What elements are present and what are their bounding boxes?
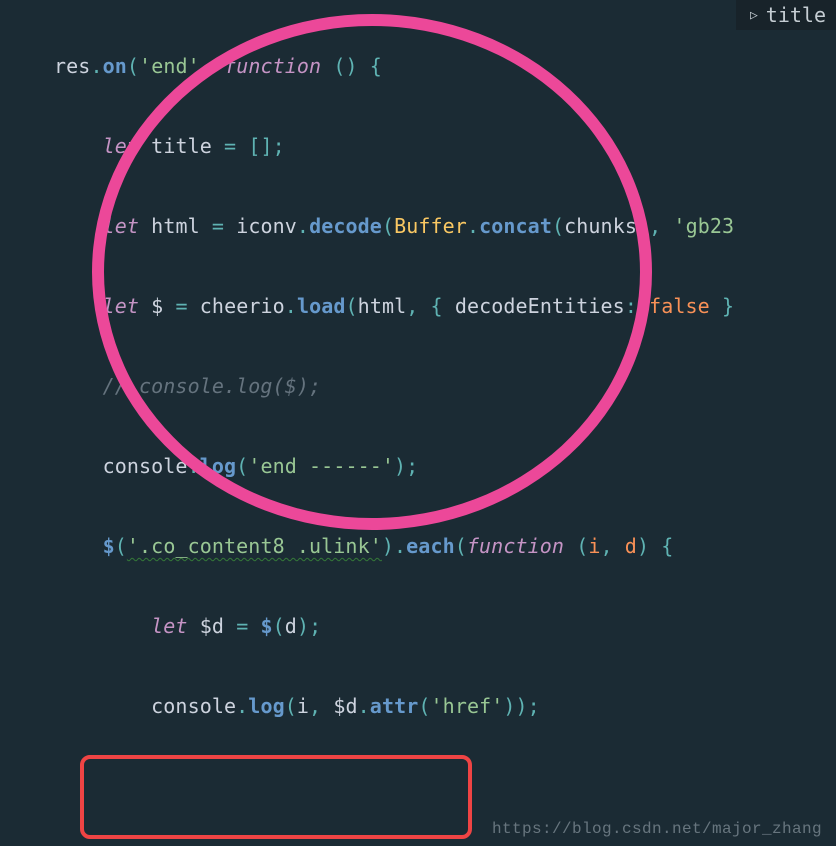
code-line[interactable]: $('.co_content8 .ulink').each(function (… (54, 526, 836, 566)
code-line[interactable]: res.on('end', function () { (54, 46, 836, 86)
code-line[interactable]: let $ = cheerio.load(html, { decodeEntit… (54, 286, 836, 326)
code-line[interactable]: let $d = $(d); (54, 606, 836, 646)
watermark: https://blog.csdn.net/major_zhang (492, 820, 822, 838)
code-editor[interactable]: res.on('end', function () { let title = … (0, 0, 836, 846)
code-line[interactable]: console.log(i, $d.attr('href')); (54, 686, 836, 726)
code-line[interactable]: console.log('end ------'); (54, 446, 836, 486)
code-line[interactable]: let title = []; (54, 126, 836, 166)
code-line[interactable]: // console.log($); (54, 366, 836, 406)
code-line[interactable]: let html = iconv.decode(Buffer.concat(ch… (54, 206, 836, 246)
code-line[interactable] (54, 766, 836, 806)
